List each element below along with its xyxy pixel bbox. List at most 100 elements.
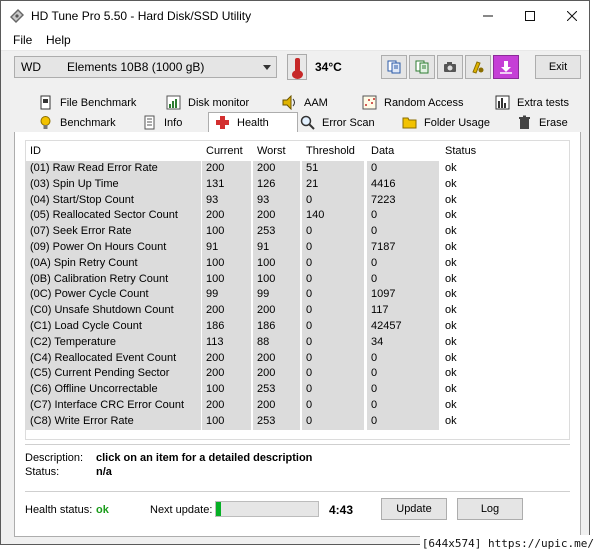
table-row[interactable]: (01) Raw Read Error Rate 200 200 51 0 ok xyxy=(26,161,569,177)
cell-data: 34 xyxy=(367,334,439,351)
cell-worst: 253 xyxy=(253,382,300,398)
table-row[interactable]: (04) Start/Stop Count 93 93 0 7223 ok xyxy=(26,192,569,209)
cell-current: 100 xyxy=(202,271,251,288)
table-row[interactable]: (C5) Current Pending Sector 200 200 0 0 ok xyxy=(26,366,569,383)
cell-threshold: 0 xyxy=(302,319,364,335)
table-row[interactable]: (0A) Spin Retry Count 100 100 0 0 ok xyxy=(26,255,569,272)
screenshot-button[interactable] xyxy=(437,55,463,79)
table-row[interactable]: (C0) Unsafe Shutdown Count 200 200 0 117 ok xyxy=(26,303,569,319)
trash-icon xyxy=(519,115,530,129)
cell-worst: 126 xyxy=(253,176,300,193)
speaker-icon xyxy=(282,95,295,110)
progress-fill xyxy=(216,502,222,516)
update-button[interactable]: Update xyxy=(381,498,447,520)
drive-select[interactable]: WD Elements 10B8 (1000 gB) xyxy=(14,56,277,78)
next-update-label: Next update: xyxy=(150,504,213,516)
col-status[interactable]: Status xyxy=(445,145,476,157)
cell-current: 200 xyxy=(202,303,251,319)
col-current[interactable]: Current xyxy=(206,145,243,157)
maximize-button[interactable] xyxy=(507,1,552,31)
col-threshold[interactable]: Threshold xyxy=(306,145,355,157)
col-id[interactable]: ID xyxy=(30,145,41,157)
cell-current: 100 xyxy=(202,382,251,398)
log-button[interactable]: Log xyxy=(457,498,523,520)
cell-id: (0B) Calibration Retry Count xyxy=(26,271,201,288)
copy-info-button[interactable] xyxy=(409,55,435,79)
col-worst[interactable]: Worst xyxy=(257,145,286,157)
table-row[interactable]: (C2) Temperature 113 88 0 34 ok xyxy=(26,334,569,351)
tab-extra-tests[interactable]: Extra tests xyxy=(495,93,581,113)
tab-random-access[interactable]: Random Access xyxy=(362,93,472,113)
copy-info-icon xyxy=(415,60,429,74)
chevron-down-icon xyxy=(263,65,271,70)
cell-status: ok xyxy=(441,192,511,209)
tab-disk-monitor[interactable]: Disk monitor xyxy=(166,93,266,113)
table-row[interactable]: (09) Power On Hours Count 91 91 0 7187 ok xyxy=(26,240,569,256)
cell-data: 0 xyxy=(367,224,439,240)
cell-current: 99 xyxy=(202,287,251,304)
toolbar: WD Elements 10B8 (1000 gB) 34°C Exit xyxy=(1,52,589,88)
tab-benchmark[interactable]: Benchmark xyxy=(38,113,128,133)
cell-id: (C4) Reallocated Event Count xyxy=(26,350,201,367)
drive-brand: WD xyxy=(21,60,41,74)
cell-id: (C8) Write Error Rate xyxy=(26,413,201,430)
tab-error-scan[interactable]: Error Scan xyxy=(300,113,380,133)
info-icon xyxy=(144,115,155,130)
table-row[interactable]: (05) Reallocated Sector Count 200 200 140 0 o… xyxy=(26,208,569,225)
cell-data: 1097 xyxy=(367,287,439,304)
table-row[interactable]: (C6) Offline Uncorrectable 100 253 0 0 ok xyxy=(26,382,569,398)
health-panel: ID Current Worst Threshold Data Status (… xyxy=(14,132,581,537)
health-status-value: ok xyxy=(96,504,109,516)
cell-worst: 100 xyxy=(253,255,300,272)
cell-threshold: 0 xyxy=(302,303,364,319)
table-row[interactable]: (C7) Interface CRC Error Count 200 200 0 0 ok xyxy=(26,398,569,414)
cell-data: 0 xyxy=(367,255,439,272)
cell-current: 93 xyxy=(202,192,251,209)
options-button[interactable] xyxy=(465,55,491,79)
close-button[interactable] xyxy=(549,1,594,31)
copy-text-button[interactable] xyxy=(381,55,407,79)
maximize-icon xyxy=(524,11,535,21)
exit-button[interactable]: Exit xyxy=(535,55,581,79)
table-row[interactable]: (07) Seek Error Rate 100 253 0 0 ok xyxy=(26,224,569,240)
cell-worst: 200 xyxy=(253,366,300,383)
menu-file[interactable]: File xyxy=(13,33,32,47)
table-row[interactable]: (03) Spin Up Time 131 126 21 4416 ok xyxy=(26,176,569,193)
table-row[interactable]: (C4) Reallocated Event Count 200 200 0 0 ok xyxy=(26,350,569,367)
minimize-button[interactable] xyxy=(465,1,510,31)
table-row[interactable]: (0B) Calibration Retry Count 100 100 0 0 ok xyxy=(26,271,569,288)
table-row[interactable]: (0C) Power Cycle Count 99 99 0 1097 ok xyxy=(26,287,569,304)
cell-id: (C0) Unsafe Shutdown Count xyxy=(26,303,201,319)
window-title: HD Tune Pro 5.50 - Hard Disk/SSD Utility xyxy=(31,9,252,23)
cell-status: ok xyxy=(441,240,511,256)
table-row[interactable]: (C1) Load Cycle Count 186 186 0 42457 ok xyxy=(26,319,569,335)
health-status-label: Health status: xyxy=(25,504,93,516)
save-button[interactable] xyxy=(493,55,519,79)
col-data[interactable]: Data xyxy=(371,145,394,157)
cell-data: 0 xyxy=(367,161,439,177)
cell-worst: 99 xyxy=(253,287,300,304)
cell-current: 100 xyxy=(202,224,251,240)
cell-status: ok xyxy=(441,208,511,225)
cell-status: ok xyxy=(441,319,511,335)
cell-data: 117 xyxy=(367,303,439,319)
tab-strip: File Benchmark Disk monitor AAM Random A… xyxy=(14,93,581,133)
cell-threshold: 51 xyxy=(302,161,364,177)
tab-erase[interactable]: Erase xyxy=(517,113,581,133)
cell-status: ok xyxy=(441,366,511,383)
cell-threshold: 0 xyxy=(302,224,364,240)
cell-status: ok xyxy=(441,287,511,304)
tab-folder-usage[interactable]: Folder Usage xyxy=(402,113,497,133)
cell-threshold: 0 xyxy=(302,382,364,398)
smart-table: ID Current Worst Threshold Data Status (… xyxy=(25,140,570,440)
menu-help[interactable]: Help xyxy=(46,33,71,47)
tab-info[interactable]: Info xyxy=(142,113,202,133)
screenshot-camera-icon xyxy=(444,62,456,72)
extra-tests-icon xyxy=(495,95,510,110)
tab-health[interactable]: Health xyxy=(208,112,298,133)
cell-current: 200 xyxy=(202,398,251,414)
tab-file-benchmark[interactable]: File Benchmark xyxy=(38,93,148,113)
tab-aam[interactable]: AAM xyxy=(282,93,342,113)
separator xyxy=(25,444,570,445)
table-row[interactable]: (C8) Write Error Rate 100 253 0 0 ok xyxy=(26,413,569,430)
